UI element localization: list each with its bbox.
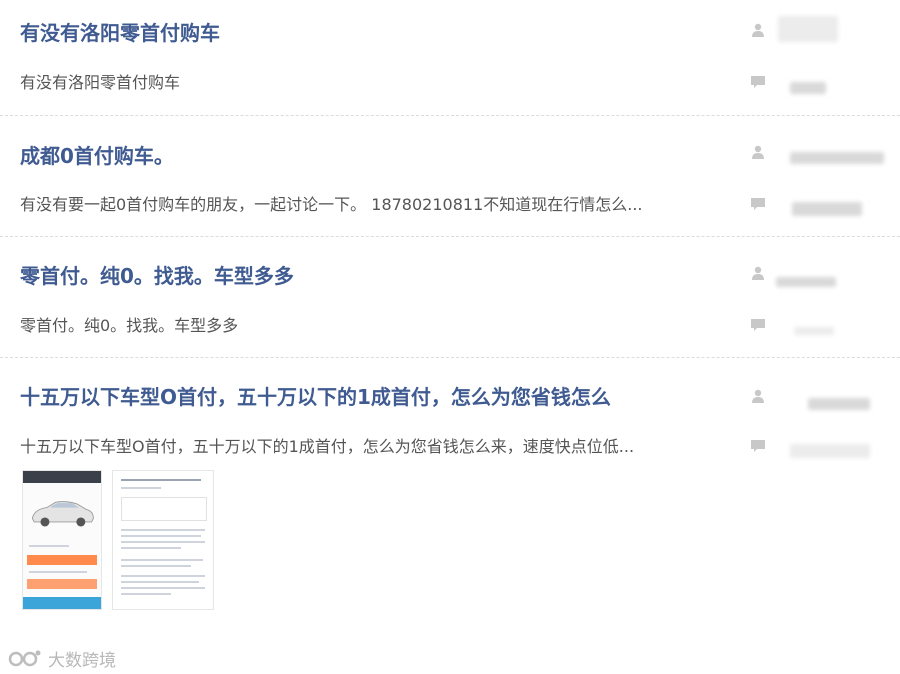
post-excerpt: 零首付。纯0。找我。车型多多 xyxy=(20,316,239,335)
author-name-redacted xyxy=(778,16,838,42)
reply-name-redacted xyxy=(790,444,870,458)
post-title[interactable]: 十五万以下车型O首付，五十万以下的1成首付，怎么为您省钱怎么 xyxy=(20,381,611,410)
author-name-redacted xyxy=(808,398,870,410)
reply-name-redacted xyxy=(790,82,826,94)
user-icon xyxy=(752,23,764,37)
post-excerpt: 有没有洛阳零首付购车 xyxy=(20,73,181,92)
post-item: 零首付。纯0。找我。车型多多 零首付。纯0。找我。车型多多 xyxy=(0,237,900,358)
user-icon xyxy=(752,145,764,159)
watermark: 大数跨境 xyxy=(8,646,116,671)
author-name-redacted xyxy=(790,152,884,164)
comment-icon xyxy=(751,440,765,452)
comment-icon xyxy=(751,198,765,210)
author-name-redacted xyxy=(776,277,836,287)
watermark-text: 大数跨境 xyxy=(48,651,116,671)
attachment-thumbnail-article[interactable] xyxy=(112,470,214,610)
post-title[interactable]: 成都0首付购车。 xyxy=(20,140,174,169)
watermark-logo-icon xyxy=(8,650,41,666)
post-item: 成都0首付购车。 有没有要一起0首付购车的朋友，一起讨论一下。 18780210… xyxy=(0,116,900,237)
post-title[interactable]: 有没有洛阳零首付购车 xyxy=(20,17,220,46)
post-item: 有没有洛阳零首付购车 有没有洛阳零首付购车 xyxy=(0,0,900,116)
user-icon xyxy=(752,389,764,403)
user-icon xyxy=(752,266,764,280)
comment-icon xyxy=(751,76,765,88)
reply-name-redacted xyxy=(792,202,862,216)
post-title[interactable]: 零首付。纯0。找我。车型多多 xyxy=(20,260,294,289)
post-item: 十五万以下车型O首付，五十万以下的1成首付，怎么为您省钱怎么 十五万以下车型O首… xyxy=(0,358,900,638)
reply-name-redacted xyxy=(794,327,834,335)
comment-icon xyxy=(751,319,765,331)
post-excerpt: 有没有要一起0首付购车的朋友，一起讨论一下。 18780210811不知道现在行… xyxy=(20,195,643,214)
car-image xyxy=(31,501,94,527)
attachment-thumbnail-app[interactable] xyxy=(22,470,102,610)
post-excerpt: 十五万以下车型O首付，五十万以下的1成首付，怎么为您省钱怎么来，速度快点位低..… xyxy=(20,437,635,456)
